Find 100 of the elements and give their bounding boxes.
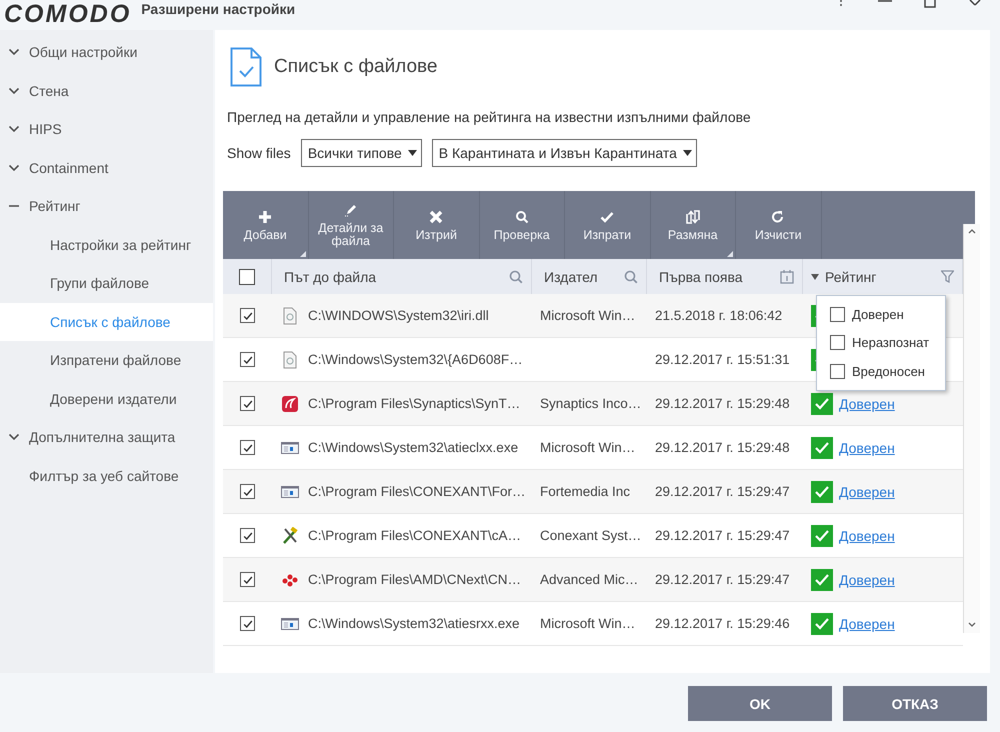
check-icon [242,574,254,586]
sidebar-subitem[interactable]: Доверени издатели [0,380,213,418]
document-check-icon [230,47,262,87]
file-icon [283,306,297,324]
rating-link[interactable]: Доверен [839,440,895,456]
plus-icon [257,208,274,224]
publisher-cell: Microsoft Win… [540,308,636,323]
menu-corner-icon [300,251,306,257]
date-cell: 29.12.2017 г. 15:29:47 [655,484,790,499]
close-icon[interactable] [968,0,982,6]
date-cell: 29.12.2017 г. 15:29:47 [655,528,790,543]
sidebar-subitem[interactable]: Списък с файлове [0,302,213,341]
publisher-cell: Conexant Syst… [540,528,642,543]
calendar-icon[interactable] [780,270,794,284]
app-icon [282,396,298,412]
rating-link[interactable]: Доверен [839,528,895,544]
caret-down-icon [408,150,417,156]
check-icon [242,310,254,322]
sidebar-item[interactable]: Containment [0,148,213,187]
publisher-cell: Fortemedia Inc [540,484,630,499]
row-checkbox[interactable] [240,396,255,411]
table-row[interactable]: C:\Windows\System32\atiesrxx.exe Microsoft Win… 29.12.2017 г. 15:29:46 Доверен [223,602,963,646]
filter-checkbox[interactable] [830,364,845,380]
publisher-cell: Advanced Mic… [540,572,638,587]
filter-icon[interactable] [941,270,954,283]
logo: COMODO [4,0,132,28]
caret-down-icon [682,150,692,156]
page-description: Преглед на детайли и управление на рейтинга на известни изпълними файлове [227,109,752,125]
page-title: Списък с файлове [274,56,438,78]
row-checkbox[interactable] [240,352,255,367]
table-row[interactable]: C:\Program Files\AMD\CNext\CN… Advanced Mic… 29.12.2017 г. 15:29:47 Доверен [223,558,963,602]
file-path: C:\Windows\System32\{A6D608F… [308,352,523,367]
row-checkbox[interactable] [240,440,255,455]
sidebar-subitem[interactable]: Настройки за рейтинг [0,226,213,264]
column-header[interactable]: Издател [544,268,598,284]
sidebar-item[interactable]: Рейтинг [0,187,213,226]
sidebar-item[interactable]: Стена [0,72,213,110]
sidebar-subitem[interactable]: Изпратени файлове [0,341,213,380]
sidebar-item[interactable]: Филтър за уеб сайтове [0,456,213,495]
menu-corner-icon [727,251,733,257]
row-checkbox[interactable] [240,572,255,587]
caret-down-icon [811,274,819,280]
file-path: C:\WINDOWS\System32\iri.dll [308,308,489,323]
sidebar-item[interactable]: HIPS [0,110,213,148]
sidebar-item[interactable]: Допълнителна защита [0,418,213,456]
column-header[interactable]: Път до файла [284,268,376,284]
check-icon [242,354,254,366]
table-row[interactable]: C:\Program Files\CONEXANT\For… Fortemedia Inc 29.12.2017 г. 15:29:47 Доверен [223,470,963,514]
row-checkbox[interactable] [240,616,255,631]
row-checkbox[interactable] [240,308,255,323]
rating-link[interactable]: Доверен [839,616,895,632]
sidebar-subitem[interactable]: Групи файлове [0,264,213,302]
sidebar-item[interactable]: Общи настройки [0,33,213,72]
minimize-icon[interactable] [878,0,892,4]
file-path: C:\Program Files\CONEXANT\For… [308,484,526,499]
check-icon [242,486,254,498]
type-dropdown[interactable]: Всички типове [300,139,422,167]
file-path: C:\Windows\System32\atiesrxx.exe [308,616,520,631]
check-icon [242,530,254,542]
filter-option[interactable]: Неразпознат [852,335,930,350]
filter-checkbox[interactable] [830,335,845,350]
scrollbar[interactable] [963,224,980,633]
check-icon [242,398,254,410]
row-checkbox[interactable] [240,484,255,499]
row-checkbox[interactable] [240,528,255,543]
column-header[interactable]: Рейтинг [825,268,876,284]
dots-icon [281,572,299,586]
rating-link[interactable]: Доверен [839,572,895,588]
check-icon [242,618,254,630]
publisher-cell: Microsoft Win… [540,440,636,455]
quarantine-dropdown[interactable]: В Карантината и Извън Карантината [432,139,697,167]
publisher-cell: Synaptics Inco… [540,396,642,411]
check-icon [242,442,254,454]
column-header[interactable]: Първа поява [659,268,743,284]
search-icon[interactable] [509,270,523,284]
file-icon [283,350,297,368]
date-cell: 21.5.2018 г. 18:06:42 [655,308,782,323]
rating-link[interactable]: Доверен [839,396,895,412]
swap-icon [684,208,701,224]
file-path: C:\Program Files\AMD\CNext\CN… [308,572,522,587]
ok-button[interactable]: OK [688,686,832,721]
table-row[interactable]: C:\Program Files\Synaptics\SynT… Synaptics Inco… 29.12.2017 г. 15:29:48 Доверен [223,382,963,426]
filter-checkbox[interactable] [830,306,845,322]
window-title: Разширени настройки [141,0,296,18]
select-all-checkbox[interactable] [239,268,255,284]
date-cell: 29.12.2017 г. 15:29:48 [655,396,790,411]
filter-option[interactable]: Доверен [852,306,904,322]
rating-link[interactable]: Доверен [839,484,895,500]
file-path: C:\Windows\System32\atieclxx.exe [308,440,518,455]
pencil-icon [342,202,359,218]
date-cell: 29.12.2017 г. 15:29:48 [655,440,790,455]
date-cell: 29.12.2017 г. 15:51:31 [655,352,790,367]
window-icon [281,484,299,498]
cancel-button[interactable]: ОТКАЗ [843,686,987,721]
filter-option[interactable]: Вредоносен [852,364,925,380]
window-icon [281,440,299,454]
publisher-cell: Microsoft Win… [540,616,636,631]
maximize-icon[interactable] [924,0,936,8]
search-icon[interactable] [624,270,638,284]
date-cell: 29.12.2017 г. 15:29:47 [655,572,790,587]
